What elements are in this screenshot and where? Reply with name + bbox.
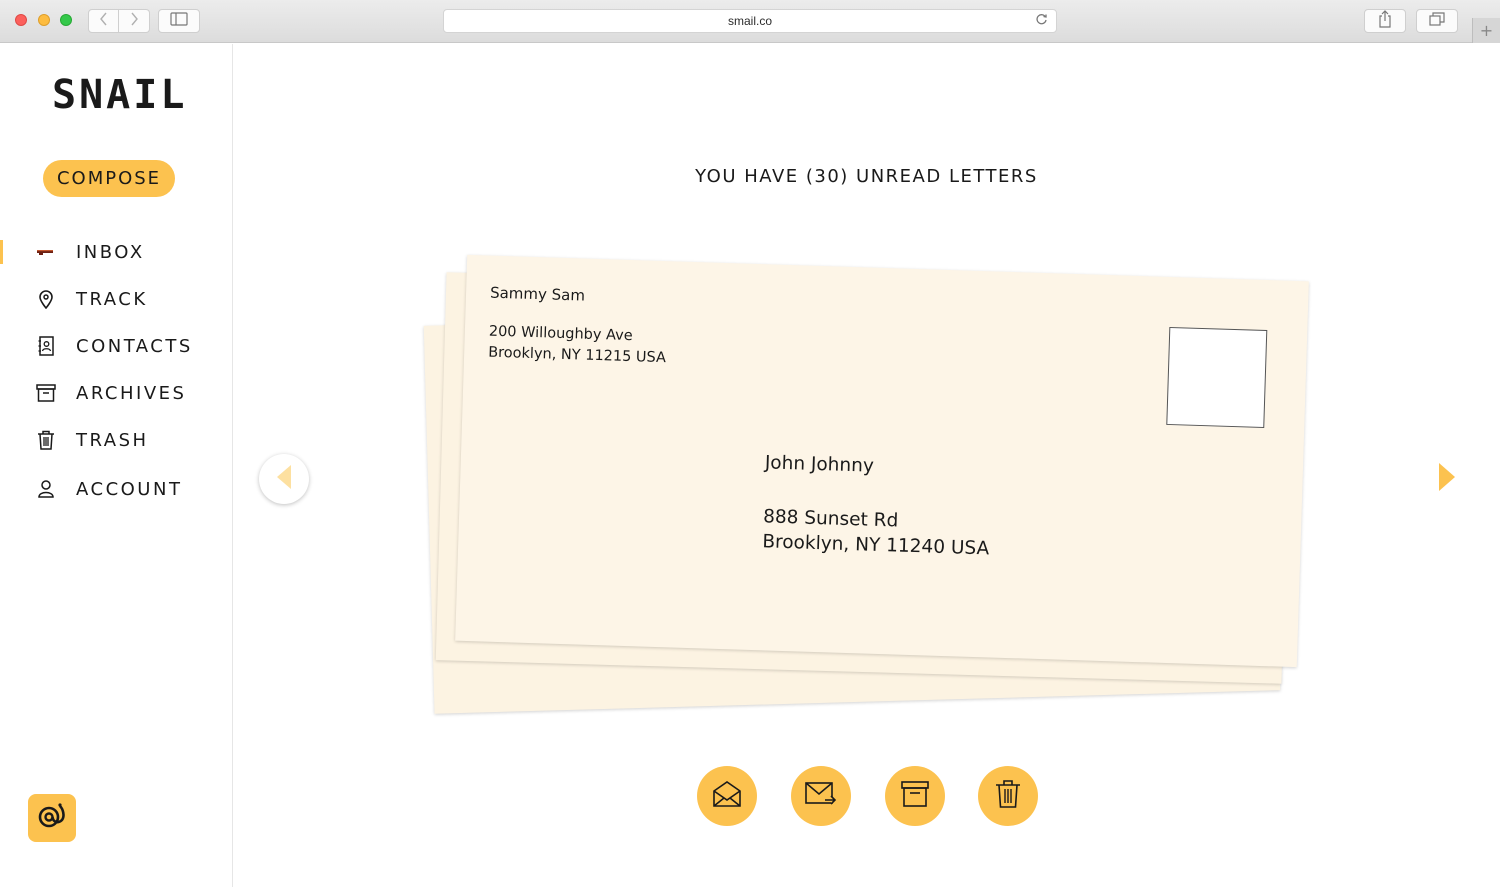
- tabs-icon: [1429, 12, 1445, 30]
- unread-count-heading: YOU HAVE (30) UNREAD LETTERS: [695, 166, 1038, 187]
- share-button[interactable]: [1364, 9, 1406, 33]
- url-text: smail.co: [727, 14, 772, 28]
- sender-name: Sammy Sam: [489, 283, 586, 305]
- address-bar[interactable]: smail.co: [443, 9, 1057, 33]
- letter-actions: [697, 766, 1047, 826]
- sidebar-item-archives[interactable]: ARCHIVES: [0, 375, 232, 411]
- sidebar-item-inbox[interactable]: INBOX: [0, 234, 232, 270]
- back-button[interactable]: [88, 9, 119, 33]
- open-letter-button[interactable]: [697, 766, 757, 826]
- compose-button[interactable]: COMPOSE: [43, 160, 175, 197]
- trash-icon: [995, 779, 1021, 813]
- forward-button[interactable]: [119, 9, 150, 33]
- forward-letter-button[interactable]: [791, 766, 851, 826]
- stamp-placeholder: [1166, 326, 1268, 428]
- snail-badge-button[interactable]: [28, 794, 76, 842]
- plus-icon: +: [1479, 21, 1494, 40]
- tabs-overview-button[interactable]: [1416, 9, 1458, 33]
- arrow-right-icon: [1438, 462, 1456, 496]
- next-letter-button[interactable]: [1435, 462, 1459, 496]
- active-indicator: [0, 240, 3, 264]
- archive-box-icon: [901, 781, 929, 811]
- sidebar-item-trash[interactable]: TRASH: [0, 422, 232, 458]
- open-envelope-icon: [712, 780, 742, 812]
- trash-icon: [34, 428, 58, 452]
- user-icon: [34, 477, 58, 501]
- sidebar-item-label: CONTACTS: [76, 335, 193, 357]
- reload-icon[interactable]: [1035, 13, 1048, 29]
- recipient-name: John Johnny: [764, 452, 875, 477]
- sender-address-line: Brooklyn, NY 11215 USA: [487, 344, 667, 367]
- arrow-left-icon: [275, 464, 293, 494]
- sender-address: 200 Willoughby Ave Brooklyn, NY 11215 US…: [488, 322, 667, 370]
- contacts-book-icon: [34, 334, 58, 358]
- sidebar-toggle-button[interactable]: [158, 9, 200, 33]
- inbox-pointer-icon: [34, 240, 58, 264]
- location-pin-icon: [34, 287, 58, 311]
- archive-letter-button[interactable]: [885, 766, 945, 826]
- letter-envelope[interactable]: Sammy Sam 200 Willoughby Ave Brooklyn, N…: [455, 254, 1309, 668]
- chevron-left-icon: [99, 12, 109, 30]
- close-window-button[interactable]: [15, 14, 27, 26]
- forward-envelope-icon: [805, 781, 837, 811]
- delete-letter-button[interactable]: [978, 766, 1038, 826]
- share-icon: [1378, 10, 1392, 32]
- sidebar-item-label: ACCOUNT: [76, 478, 183, 500]
- sidebar-item-label: INBOX: [76, 241, 145, 263]
- previous-letter-button[interactable]: [259, 454, 309, 504]
- chevron-right-icon: [129, 12, 139, 30]
- main-content: YOU HAVE (30) UNREAD LETTERS Sa 20 B Sam…: [233, 44, 1500, 887]
- recipient-address: 888 Sunset Rd Brooklyn, NY 11240 USA: [762, 504, 990, 561]
- archive-box-icon: [34, 381, 58, 405]
- app-logo[interactable]: SNAIL: [52, 72, 187, 118]
- sidebar-item-contacts[interactable]: CONTACTS: [0, 328, 232, 364]
- sidebar-item-account[interactable]: ACCOUNT: [0, 471, 232, 507]
- sidebar-item-label: TRASH: [76, 429, 149, 451]
- new-tab-button[interactable]: +: [1472, 18, 1500, 43]
- maximize-window-button[interactable]: [60, 14, 72, 26]
- sidebar: SNAIL COMPOSE INBOX TRACK CONTACTS ARCHI…: [0, 44, 233, 887]
- browser-toolbar: smail.co +: [0, 0, 1500, 43]
- minimize-window-button[interactable]: [38, 14, 50, 26]
- sidebar-icon: [170, 12, 188, 30]
- sidebar-item-label: ARCHIVES: [76, 382, 187, 404]
- sidebar-item-label: TRACK: [76, 288, 148, 310]
- snail-at-icon: [36, 801, 68, 835]
- sidebar-item-track[interactable]: TRACK: [0, 281, 232, 317]
